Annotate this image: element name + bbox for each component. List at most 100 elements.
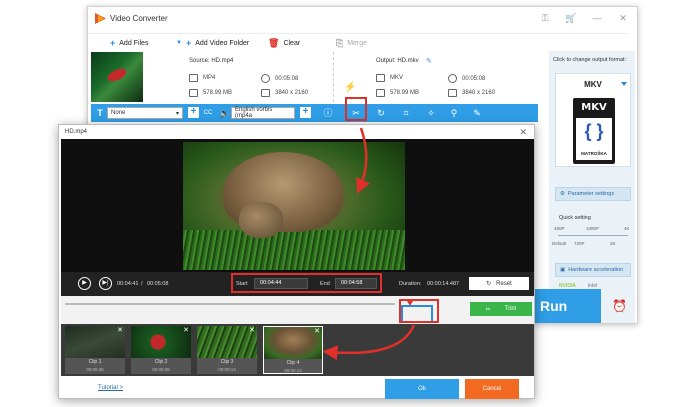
app-title: Video Converter bbox=[110, 14, 168, 23]
player-controls: ▶ ▶| 00:04:41 / 00:05:08 Start 00:04:44 … bbox=[61, 272, 534, 296]
minimize-button[interactable]: — bbox=[591, 13, 603, 24]
clip-item[interactable]: ✕ Clip 3 00:00:14 bbox=[197, 326, 257, 374]
edit-pencil-icon[interactable]: ✎ bbox=[426, 57, 432, 65]
right-panel: Click to change output format: MKV MKV {… bbox=[549, 51, 635, 323]
parameter-settings-button[interactable]: ⚙ Parameter settings bbox=[555, 187, 631, 201]
clear-button[interactable]: 🗑 Clear bbox=[268, 38, 300, 49]
cancel-button[interactable]: Cancel bbox=[465, 379, 519, 399]
hardware-acceleration-button[interactable]: ▣ Hardware acceleration bbox=[555, 263, 631, 277]
title-bar: Video Converter ⚿ 🛒 — ✕ bbox=[88, 7, 637, 31]
merge-button[interactable]: ⎘ Merge bbox=[336, 38, 367, 49]
video-preview bbox=[183, 142, 405, 270]
duration-value: 00:00:14.487 bbox=[427, 281, 460, 287]
quick-setting-label: Quick setting bbox=[559, 215, 591, 221]
close-icon[interactable]: ✕ bbox=[314, 327, 320, 335]
clip-item[interactable]: ✕ Clip 2 00:00:38 bbox=[131, 326, 191, 374]
close-icon[interactable]: ✕ bbox=[117, 326, 123, 334]
alarm-clock-icon[interactable]: ⏰ bbox=[612, 299, 627, 313]
source-format: MP4 bbox=[189, 74, 215, 82]
trim-range-handle[interactable] bbox=[401, 305, 433, 321]
effects-icon[interactable]: ✧ bbox=[426, 108, 436, 118]
subtitle-select[interactable]: None ▾ bbox=[107, 107, 183, 119]
duration-label: Duration: bbox=[399, 281, 422, 287]
settings-icon: ⚙ bbox=[560, 191, 565, 197]
clip-item[interactable]: ✕ Clip 4 00:00:14 bbox=[263, 326, 323, 374]
cc-icon[interactable]: CC bbox=[203, 108, 213, 118]
reset-button[interactable]: ↻ Reset bbox=[469, 277, 529, 290]
chevron-down-icon bbox=[621, 82, 627, 86]
timeline-track[interactable] bbox=[65, 303, 395, 305]
chip-icon: ▣ bbox=[560, 267, 566, 273]
close-icon[interactable]: ✕ bbox=[519, 127, 527, 138]
audio-icon: 🔈 bbox=[219, 108, 231, 118]
video-player: ▶ ▶| 00:04:41 / 00:05:08 Start 00:04:44 … bbox=[61, 139, 534, 296]
chevron-down-icon: ▼ bbox=[176, 40, 182, 46]
plus-icon: + bbox=[110, 38, 116, 48]
toolbar: + Add Files ▼ + Add Video Folder 🗑 Clear ⎘ Me… bbox=[88, 33, 628, 53]
audio-select[interactable]: English vorbis (mp4a bbox=[231, 107, 295, 119]
step-forward-icon[interactable]: ▶| bbox=[99, 277, 112, 290]
scissors-icon: ✂ bbox=[485, 306, 491, 313]
film-icon bbox=[376, 74, 385, 82]
current-time: 00:04:41 bbox=[117, 281, 139, 287]
quick-setting-slider[interactable]: 480P 1080P 4K Default 720P 2K bbox=[552, 225, 632, 253]
reset-icon: ↻ bbox=[486, 281, 492, 287]
rotate-icon[interactable]: ↻ bbox=[376, 108, 386, 118]
source-size: 578.99 MB bbox=[189, 89, 232, 97]
close-button[interactable]: ✕ bbox=[617, 13, 629, 24]
cart-icon[interactable]: 🛒 bbox=[565, 13, 577, 24]
source-resolution: 3840 x 2160 bbox=[261, 89, 308, 97]
trash-icon: 🗑 bbox=[268, 38, 280, 48]
pencil-icon[interactable]: ✎ bbox=[472, 108, 482, 118]
resolution-icon bbox=[261, 89, 270, 97]
add-video-folder-button[interactable]: ▼ + Add Video Folder bbox=[176, 38, 249, 48]
output-size: 578.99 MB bbox=[376, 89, 419, 97]
format-name: MKV bbox=[584, 80, 602, 89]
source-name: Source: HD.mp4 bbox=[189, 58, 234, 64]
subtitle-icon: T bbox=[97, 108, 103, 118]
add-audio-button[interactable]: + bbox=[300, 107, 311, 118]
trim-timeline: ✂ Trim bbox=[61, 296, 534, 324]
clips-strip: ✕ Clip 1 00:00:45 ✕ Clip 2 00:00:38 ✕ Cl… bbox=[61, 324, 534, 376]
close-icon[interactable]: ✕ bbox=[183, 326, 189, 334]
key-icon[interactable]: ⚿ bbox=[539, 13, 551, 24]
run-button[interactable]: Run bbox=[534, 289, 601, 323]
edit-bar: T None ▾ + CC 🔈 English vorbis (mp4a + ⓘ … bbox=[91, 97, 538, 122]
file-icon bbox=[376, 89, 385, 97]
flash-icon: ⚡ bbox=[344, 82, 357, 93]
dialog-title: HD.mp4 bbox=[65, 129, 88, 135]
app-logo-icon bbox=[95, 13, 106, 24]
total-time: 00:05:08 bbox=[147, 281, 169, 287]
add-files-button[interactable]: + Add Files bbox=[110, 38, 148, 48]
format-hint: Click to change output format: bbox=[553, 57, 627, 63]
play-icon[interactable]: ▶ bbox=[78, 277, 91, 290]
add-subtitle-button[interactable]: + bbox=[188, 107, 199, 118]
file-row: Source: HD.mp4 MP4 00:05:08 578.99 MB 38… bbox=[88, 52, 538, 104]
clock-icon bbox=[261, 74, 270, 83]
start-end-highlight bbox=[231, 273, 382, 293]
tutorial-link[interactable]: Tutorial > bbox=[98, 385, 123, 391]
watermark-icon[interactable]: ⚲ bbox=[449, 108, 459, 118]
crop-icon[interactable]: ⌗ bbox=[401, 108, 411, 118]
source-duration: 00:05:08 bbox=[261, 74, 298, 83]
trim-button[interactable]: ✂ Trim bbox=[470, 302, 532, 316]
video-thumbnail[interactable] bbox=[91, 52, 143, 102]
ok-button[interactable]: Ok bbox=[385, 379, 459, 399]
resolution-icon bbox=[448, 89, 457, 97]
trim-dialog: HD.mp4 ✕ ▶ ▶| 00:04:41 / 00:05:08 Start … bbox=[58, 124, 535, 399]
info-icon[interactable]: ⓘ bbox=[323, 108, 333, 118]
output-format-selector[interactable]: MKV MKV { } MATROŠKA bbox=[555, 73, 631, 167]
clip-item[interactable]: ✕ Clip 1 00:00:45 bbox=[65, 326, 125, 374]
merge-icon: ⎘ bbox=[336, 38, 344, 48]
plus-icon: + bbox=[185, 38, 192, 48]
scissors-highlight bbox=[345, 97, 367, 121]
output-name: Output: HD.mkv bbox=[376, 58, 419, 64]
clock-icon bbox=[448, 74, 457, 83]
output-format: MKV bbox=[376, 74, 403, 82]
arrow-divider bbox=[333, 52, 345, 102]
close-icon[interactable]: ✕ bbox=[249, 326, 255, 334]
file-icon bbox=[189, 89, 198, 97]
film-icon bbox=[189, 74, 198, 82]
chevron-down-icon: ▾ bbox=[175, 110, 179, 117]
output-resolution: 3840 x 2160 bbox=[448, 89, 495, 97]
